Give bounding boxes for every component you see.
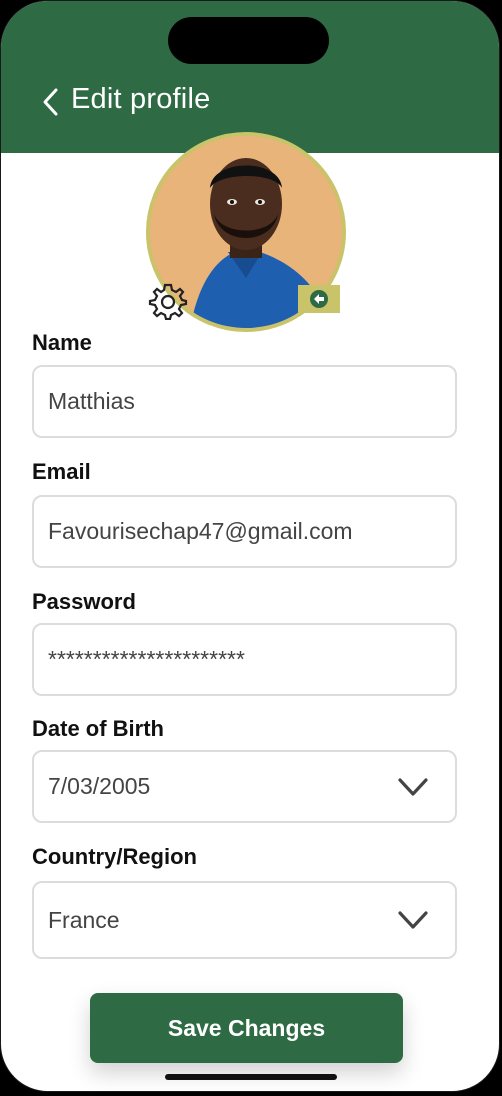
country-select[interactable]: France: [32, 881, 457, 959]
name-field[interactable]: Matthias: [32, 365, 457, 438]
password-value: **********************: [48, 646, 245, 672]
email-field[interactable]: Favourisechap47@gmail.com: [32, 495, 457, 568]
password-field[interactable]: **********************: [32, 623, 457, 696]
name-value: Matthias: [48, 388, 135, 414]
country-value: France: [48, 906, 120, 933]
profile-photo-area: [146, 132, 346, 332]
chevron-down-icon: [398, 911, 428, 929]
header-bar: Edit profile: [1, 1, 499, 153]
home-indicator: [165, 1074, 337, 1080]
email-label: Email: [32, 459, 91, 484]
save-changes-button[interactable]: Save Changes: [90, 993, 403, 1063]
chevron-down-icon: [398, 777, 428, 796]
name-label: Name: [32, 330, 92, 355]
password-label: Password: [32, 589, 136, 614]
page-title: Edit profile: [71, 83, 211, 115]
email-value: Favourisechap47@gmail.com: [48, 518, 353, 544]
dob-label: Date of Birth: [32, 716, 164, 741]
phone-screen: Edit profile Name Matthias Email Favouri…: [0, 0, 500, 1092]
back-button[interactable]: [37, 85, 65, 119]
gear-icon[interactable]: [148, 280, 188, 320]
dob-value: 7/03/2005: [48, 773, 151, 799]
country-label: Country/Region: [32, 844, 197, 869]
dob-select[interactable]: 7/03/2005: [32, 750, 457, 823]
dynamic-island: [168, 17, 329, 64]
camera-swap-icon[interactable]: [298, 285, 340, 313]
chevron-left-icon: [43, 88, 58, 116]
